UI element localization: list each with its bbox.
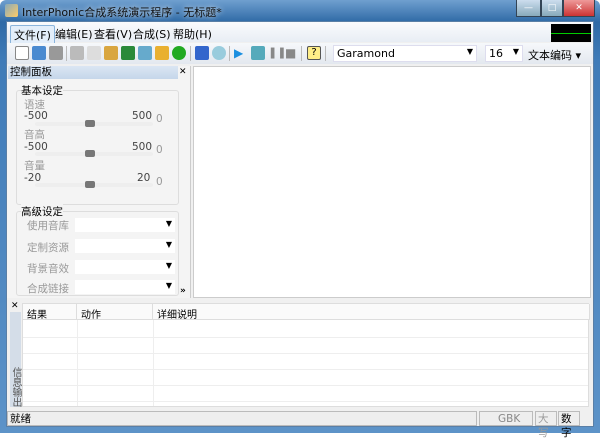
zoom-icon[interactable]: [212, 46, 226, 60]
pitch-slider[interactable]: [35, 150, 153, 157]
synthesis-link-label: 合成链接: [27, 283, 69, 295]
voice-library-label: 使用音库: [27, 220, 69, 232]
custom-resource-label: 定制资源: [27, 242, 69, 254]
font-size-select[interactable]: 16 ▼: [485, 45, 523, 62]
menu-file[interactable]: 文件(F): [10, 25, 55, 45]
output-table: 结果 动作 详细说明: [22, 303, 590, 407]
background-effect-select[interactable]: ▼: [75, 260, 175, 274]
refresh-icon[interactable]: [172, 46, 186, 60]
close-icon[interactable]: ✕: [179, 67, 187, 77]
menu-synthesize[interactable]: 合成(S): [130, 25, 174, 43]
caps-lock-status: 大写: [535, 411, 557, 439]
chevron-down-icon: ▼: [165, 261, 172, 270]
menu-help[interactable]: 帮助(H): [170, 25, 215, 43]
maximize-button[interactable]: □: [541, 0, 563, 17]
minimize-button[interactable]: —: [516, 0, 541, 17]
slider-thumb[interactable]: [85, 150, 95, 157]
custom-resource-select[interactable]: ▼: [75, 239, 175, 253]
menu-bar: 文件(F) 编辑(E) 查看(V) 合成(S) 帮助(H): [7, 22, 593, 45]
chevron-down-icon: ▼: [165, 219, 172, 228]
open-icon[interactable]: [32, 46, 46, 60]
control-panel: 控制面板 ✕ 基本设定 语速 -500 500 0 音高 -500 500 0 …: [7, 66, 191, 298]
find-icon[interactable]: [138, 46, 152, 60]
image-icon[interactable]: [121, 46, 135, 60]
save-icon[interactable]: [49, 46, 63, 60]
encoding-button[interactable]: 文本编码 ▾: [528, 47, 581, 63]
chevron-down-icon: ▼: [165, 281, 172, 290]
audio-level-monitor: [551, 24, 591, 42]
num-lock-status: 数字: [558, 411, 580, 439]
play-icon[interactable]: ▶: [234, 46, 248, 60]
cut-icon[interactable]: [70, 46, 84, 60]
slider-thumb[interactable]: [85, 120, 95, 127]
pitch-label: 音高: [24, 129, 45, 141]
column-header[interactable]: 结果: [23, 304, 77, 321]
close-icon[interactable]: ✕: [11, 301, 19, 311]
column-header[interactable]: 动作: [77, 304, 153, 321]
output-panel: ✕ 信息输出 结果 动作 详细说明: [7, 300, 593, 408]
control-panel-title: 控制面板: [8, 66, 178, 79]
volume-value: 0: [156, 176, 163, 188]
copy-icon[interactable]: [87, 46, 101, 60]
chevron-down-icon: ▼: [512, 47, 519, 56]
speed-value: 0: [156, 113, 163, 125]
background-effect-label: 背景音效: [27, 263, 69, 275]
speed-min: -500: [24, 110, 48, 122]
encoding-status: GBK: [479, 411, 533, 426]
close-button[interactable]: ✕: [563, 0, 595, 17]
dictionary-icon[interactable]: [195, 46, 209, 60]
scroll-down-icon[interactable]: »: [180, 286, 186, 296]
status-text: 就绪: [7, 411, 477, 426]
slider-thumb[interactable]: [85, 181, 95, 188]
toolbar: ▶ ❚❚ ■ ? Garamond ▼ 16 ▼ 文本编码 ▾: [7, 43, 593, 64]
menu-edit[interactable]: 编辑(E): [52, 25, 96, 43]
pause-icon[interactable]: ❚❚: [268, 46, 286, 60]
new-icon[interactable]: [15, 46, 29, 60]
font-select[interactable]: Garamond ▼: [333, 45, 477, 62]
paste-icon[interactable]: [104, 46, 118, 60]
stop-icon[interactable]: ■: [285, 46, 299, 60]
font-value: Garamond: [337, 47, 395, 60]
pitch-value: 0: [156, 144, 163, 156]
app-icon: [5, 4, 18, 17]
app-window: InterPhonic合成系统演示程序 - 无标题* — □ ✕ 文件(F) 编…: [0, 0, 600, 439]
volume-slider[interactable]: [35, 181, 153, 188]
volume-label: 音量: [24, 160, 45, 172]
font-size-value: 16: [489, 47, 503, 60]
voice-library-select[interactable]: ▼: [75, 218, 175, 232]
speed-max: 500: [132, 110, 153, 122]
status-bar: 就绪 GBK 大写 数字: [7, 410, 593, 439]
export-icon[interactable]: [251, 46, 265, 60]
window-title: InterPhonic合成系统演示程序 - 无标题*: [22, 6, 222, 19]
synthesis-link-select[interactable]: ▼: [75, 280, 175, 294]
output-tab[interactable]: 信息输出: [10, 312, 21, 407]
advanced-settings-title: 高级设定: [21, 204, 63, 219]
column-header[interactable]: 详细说明: [153, 304, 590, 321]
basic-settings-title: 基本设定: [21, 83, 63, 98]
text-editor[interactable]: [193, 66, 591, 298]
replace-icon[interactable]: [155, 46, 169, 60]
chevron-down-icon: ▼: [466, 47, 473, 56]
menu-view[interactable]: 查看(V): [91, 25, 135, 43]
speed-slider[interactable]: [35, 120, 153, 127]
help-icon[interactable]: ?: [307, 46, 321, 60]
chevron-down-icon: ▼: [165, 240, 172, 249]
